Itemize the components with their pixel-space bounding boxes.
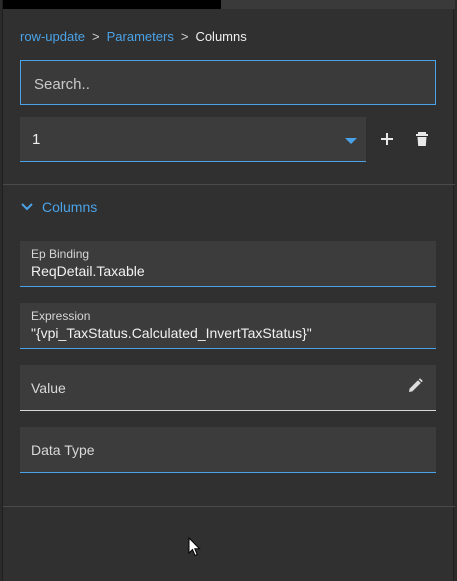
top-bar-dark [3, 0, 221, 9]
breadcrumb-separator: > [180, 29, 189, 44]
section-divider [3, 506, 455, 507]
pencil-icon[interactable] [406, 377, 424, 395]
top-bar-light [221, 0, 455, 9]
trash-icon[interactable] [413, 129, 433, 149]
ep-binding-value: ReqDetail.Taxable [31, 263, 145, 279]
chevron-down-icon [21, 203, 33, 211]
caret-down-icon [345, 138, 357, 144]
breadcrumb: row-update > Parameters > Columns [20, 29, 247, 44]
section-divider [3, 184, 455, 185]
mouse-cursor-icon [188, 537, 201, 557]
breadcrumb-current: Columns [195, 29, 247, 44]
data-type-placeholder: Data Type [31, 442, 95, 458]
plus-icon[interactable] [377, 129, 397, 149]
expression-field[interactable]: Expression "{vpi_TaxStatus.Calculated_In… [20, 303, 436, 349]
parameters-panel: row-update>Parameters>Columns 1 Columns … [2, 0, 455, 581]
expression-value: "{vpi_TaxStatus.Calculated_InvertTaxStat… [31, 325, 312, 341]
search-field [20, 60, 436, 105]
columns-section-title: Columns [42, 199, 98, 215]
column-selector-dropdown[interactable]: 1 [20, 117, 366, 162]
ep-binding-field[interactable]: Ep Binding ReqDetail.Taxable [20, 241, 436, 287]
value-placeholder: Value [31, 380, 66, 396]
breadcrumb-link-parameters[interactable]: Parameters [107, 29, 174, 44]
data-type-field[interactable]: Data Type [20, 427, 436, 473]
search-input[interactable] [32, 73, 426, 95]
column-selector-value: 1 [32, 131, 41, 148]
value-field[interactable]: Value [20, 365, 436, 411]
breadcrumb-separator: > [92, 29, 100, 44]
breadcrumb-link-row-update[interactable]: row-update [20, 29, 85, 44]
ep-binding-label: Ep Binding [31, 247, 90, 261]
expression-label: Expression [31, 309, 91, 323]
